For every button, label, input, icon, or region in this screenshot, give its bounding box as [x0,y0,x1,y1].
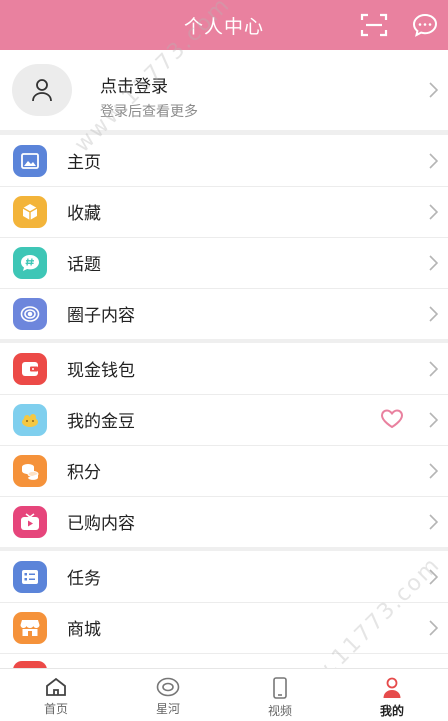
user-outline-icon [32,79,52,102]
hashtag-icon [13,246,47,279]
tab-label: 视频 [267,704,292,718]
login-card[interactable]: 点击登录 登录后查看更多 [0,50,448,130]
chevron-right-icon [429,82,439,102]
menu-item-wallet[interactable]: 现金钱包 [0,343,448,394]
bean-icon [13,403,47,436]
circle-icon [13,297,47,330]
task-icon [13,560,47,593]
login-subtitle: 登录后查看更多 [100,104,198,120]
chevron-right-icon [429,620,439,640]
tab-xinghe[interactable]: 星河 [112,669,224,721]
profile-screen: 个人中心 点击登录 登录后查看更多 主页 收藏 话题 圈子内容 现金钱包 我的金… [0,0,448,721]
message-icon[interactable] [412,13,438,37]
phone-icon [273,677,287,699]
header-bar: 个人中心 [0,0,448,50]
chevron-right-icon [429,204,439,224]
menu-group-assets: 现金钱包 我的金豆 积分 已购内容 [0,343,448,547]
user-icon [383,677,401,698]
menu-item-shop[interactable]: 商城 [0,602,448,653]
tab-home[interactable]: 首页 [0,669,112,721]
menu-item-label: 已购内容 [67,514,135,534]
chevron-right-icon [429,514,439,534]
eye-icon [156,677,180,697]
menu-item-label: 任务 [67,569,101,589]
menu-item-label: 积分 [67,463,101,483]
wallet-icon [13,352,47,385]
tv-icon [13,505,47,538]
menu-item-label: 我的金豆 [67,412,135,432]
menu-item-label: 商城 [67,620,101,640]
menu-item-label: 收藏 [67,204,101,224]
login-title[interactable]: 点击登录 [100,72,168,97]
tab-label: 星河 [155,702,180,716]
chevron-right-icon [429,412,439,432]
tab-video[interactable]: 视频 [224,669,336,721]
chevron-right-icon [429,569,439,589]
menu-item-label: 主页 [67,153,101,173]
heart-icon [380,409,404,433]
scan-icon[interactable] [360,12,388,38]
menu-item-homepage[interactable]: 主页 [0,135,448,186]
shop-icon [13,611,47,644]
menu-item-label: 现金钱包 [67,361,135,381]
menu-item-points[interactable]: 积分 [0,445,448,496]
home-icon [46,677,66,696]
menu-item-favorites[interactable]: 收藏 [0,186,448,237]
menu-item-gold-beans[interactable]: 我的金豆 [0,394,448,445]
tab-label: 首页 [43,702,68,716]
chevron-right-icon [429,306,439,326]
menu-item-label: 话题 [67,255,101,275]
menu-item-topics[interactable]: 话题 [0,237,448,288]
image-icon [13,144,47,177]
box-icon [13,195,47,228]
menu-group-content: 主页 收藏 话题 圈子内容 [0,135,448,339]
menu-item-purchased[interactable]: 已购内容 [0,496,448,547]
chevron-right-icon [429,255,439,275]
chevron-right-icon [429,153,439,173]
chevron-right-icon [429,361,439,381]
tab-label: 我的 [379,704,404,718]
chevron-right-icon [429,463,439,483]
coins-icon [13,454,47,487]
menu-item-label: 圈子内容 [67,306,135,326]
bottom-tab-bar: 首页 星河 视频 我的 [0,668,448,721]
avatar[interactable] [12,64,72,116]
menu-item-circle-content[interactable]: 圈子内容 [0,288,448,339]
menu-group-services: 任务 商城 [0,551,448,673]
page-title: 个人中心 [183,15,264,38]
menu-item-tasks[interactable]: 任务 [0,551,448,602]
tab-mine[interactable]: 我的 [336,669,448,721]
